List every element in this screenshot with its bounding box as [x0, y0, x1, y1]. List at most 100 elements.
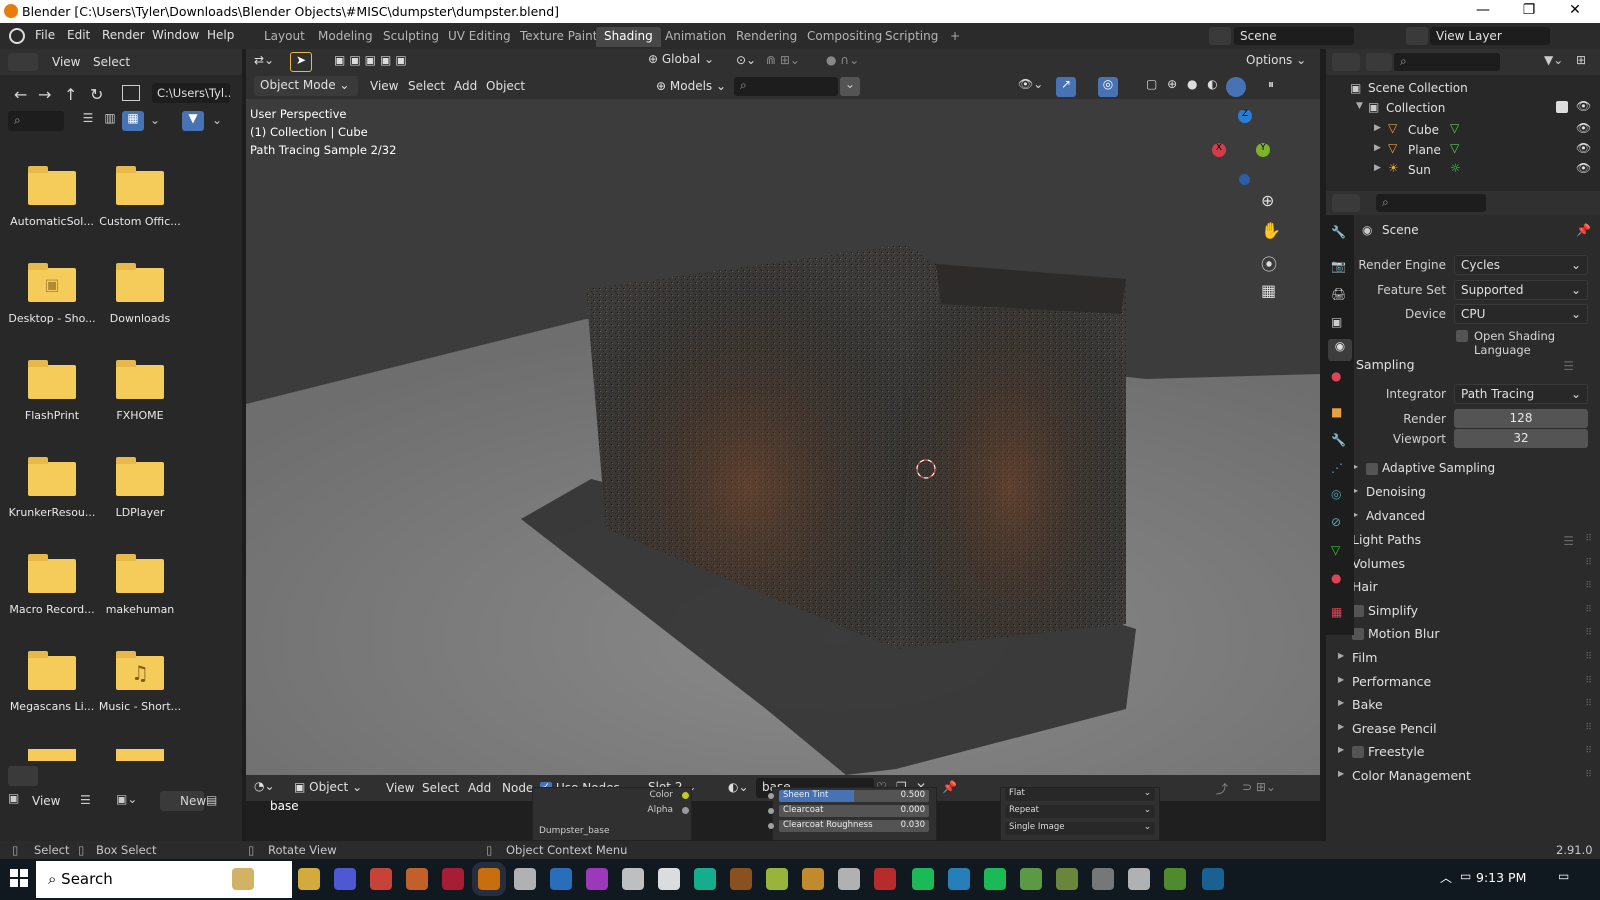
- app-icon[interactable]: [948, 868, 970, 890]
- device-select[interactable]: CPU ⌄: [1454, 304, 1588, 324]
- socket-alpha-dot[interactable]: [682, 807, 689, 814]
- node-menu-view[interactable]: View: [386, 781, 414, 795]
- outliner-editor-icon[interactable]: [1332, 53, 1360, 71]
- windows-start-icon[interactable]: [10, 869, 28, 887]
- app-icon[interactable]: [442, 868, 464, 890]
- render-tab-icon[interactable]: 📷: [1331, 259, 1346, 273]
- forward-icon[interactable]: →: [38, 85, 51, 104]
- minimize-button[interactable]: —: [1460, 2, 1506, 18]
- proportional-icon[interactable]: ● ∩⌄: [826, 53, 859, 67]
- camera-icon[interactable]: ⦿: [1261, 251, 1277, 275]
- options-dropdown[interactable]: Options ⌄: [1246, 53, 1306, 67]
- maximize-button[interactable]: ❐: [1506, 2, 1552, 18]
- app-icon[interactable]: [550, 868, 572, 890]
- world-tab-icon[interactable]: ●: [1331, 369, 1341, 383]
- scene-selector-icon[interactable]: [1209, 27, 1231, 45]
- image-texture-node[interactable]: Flat ⌄ Repeat ⌄ Single Image ⌄: [1000, 787, 1160, 841]
- drag-handle-icon[interactable]: ⠿: [1585, 605, 1592, 615]
- material-tab-icon[interactable]: ●: [1331, 571, 1341, 585]
- pivot-icon[interactable]: ⊙⌄: [736, 53, 756, 67]
- render-samples-field[interactable]: 128: [1454, 409, 1588, 428]
- list-icon[interactable]: ☰: [80, 793, 91, 807]
- expand-icon[interactable]: ▼: [1356, 101, 1363, 111]
- file-item[interactable]: Macro Record...: [8, 554, 96, 616]
- zoom-icon[interactable]: ⊕: [1261, 191, 1274, 210]
- view-icon[interactable]: ▣: [8, 791, 28, 811]
- property-section[interactable]: ▶ Grease Pencil ⠿: [1326, 718, 1600, 740]
- bottom-view-menu[interactable]: View: [32, 794, 60, 808]
- bsdf-field[interactable]: Clearcoat 0.000: [779, 805, 929, 817]
- vp-menu-view[interactable]: View: [370, 79, 398, 93]
- texture-tab-icon[interactable]: ▦: [1331, 605, 1342, 619]
- parent-icon[interactable]: ↑: [64, 85, 77, 104]
- new-collection-icon[interactable]: ⊞: [1576, 53, 1586, 67]
- subsection-item[interactable]: ▶ Advanced: [1326, 506, 1600, 528]
- image-browse-icon[interactable]: ▤: [206, 793, 217, 807]
- feature-set-select[interactable]: Supported ⌄: [1454, 280, 1588, 300]
- collection-eye-icon[interactable]: 👁: [1576, 99, 1591, 113]
- subsection-item[interactable]: ▶ Adaptive Sampling: [1326, 458, 1600, 480]
- file-explorer-icon[interactable]: [298, 868, 320, 890]
- section-sampling[interactable]: ▼ Sampling ☰: [1326, 354, 1600, 376]
- file-item[interactable]: Megascans Li...: [8, 651, 96, 713]
- viewport-search-input[interactable]: ⌕: [734, 77, 838, 96]
- pause-icon[interactable]: ⏸: [1268, 77, 1274, 92]
- property-section[interactable]: ▶ Freestyle ⠿: [1326, 741, 1600, 763]
- tab-texture-paint[interactable]: Texture Paint: [512, 27, 605, 47]
- drag-handle-icon[interactable]: ⠿: [1585, 534, 1592, 544]
- outliner-item[interactable]: ▶ ▽ Plane ▽ 👁: [1326, 141, 1600, 161]
- texture-dropdown[interactable]: Single Image ⌄: [1005, 822, 1155, 835]
- menu-window[interactable]: Window: [152, 28, 199, 42]
- presets-icon[interactable]: ☰: [1563, 359, 1574, 373]
- property-section[interactable]: ▶Motion Blur⠿: [1326, 623, 1600, 645]
- bsdf-field[interactable]: Sheen Tint 0.500: [779, 790, 929, 802]
- material-browse-icon[interactable]: ◐⌄: [728, 780, 749, 794]
- node-menu-select[interactable]: Select: [422, 781, 459, 795]
- tab-layout[interactable]: Layout: [256, 27, 313, 47]
- node-editor-type-icon[interactable]: ◔⌄: [254, 779, 275, 793]
- widgets-icon[interactable]: [232, 868, 254, 890]
- socket-dot[interactable]: [768, 793, 774, 799]
- property-section[interactable]: ▶ Color Management ⠿: [1326, 765, 1600, 787]
- view-layer-icon[interactable]: [1406, 27, 1428, 45]
- file-item[interactable]: AutomaticSol...: [8, 166, 96, 228]
- outliner-item[interactable]: ▶ ▽ Cube ▽ 👁: [1326, 121, 1600, 141]
- close-button[interactable]: ✕: [1552, 2, 1598, 18]
- gizmo-neg-z[interactable]: [1239, 174, 1250, 185]
- drag-handle-icon[interactable]: ⠿: [1585, 746, 1592, 756]
- drag-handle-icon[interactable]: ⠿: [1585, 628, 1592, 638]
- constraints-tab-icon[interactable]: ⊘: [1331, 515, 1341, 529]
- app-icon[interactable]: [586, 868, 608, 890]
- vp-menu-object[interactable]: Object: [486, 79, 525, 93]
- select-tool-icon[interactable]: ➤: [290, 52, 312, 72]
- menu-help[interactable]: Help: [207, 28, 234, 42]
- object-tab-icon[interactable]: ■: [1331, 405, 1342, 419]
- chrome-icon[interactable]: [370, 868, 392, 890]
- tab-uv-editing[interactable]: UV Editing: [440, 27, 519, 47]
- eye-icon[interactable]: 👁: [1576, 121, 1591, 135]
- collection-dropdown[interactable]: ⌄: [840, 77, 860, 96]
- editor-type-icon[interactable]: [8, 766, 38, 786]
- props-search-input[interactable]: ⌕: [1376, 194, 1486, 212]
- subsection-checkbox[interactable]: [1366, 463, 1378, 475]
- horizontal-list-icon[interactable]: ▥: [100, 111, 120, 131]
- particles-tab-icon[interactable]: ⋰: [1331, 461, 1343, 475]
- scene-tab-icon[interactable]: ◉: [1328, 339, 1352, 361]
- file-item[interactable]: ♫ Music - Short...: [96, 651, 184, 713]
- file-item[interactable]: Custom Offic...: [96, 166, 184, 228]
- modifier-tab-icon[interactable]: 🔧: [1331, 433, 1346, 447]
- add-workspace-icon[interactable]: +: [942, 27, 968, 47]
- file-item[interactable]: ▣ Desktop - Sho...: [8, 263, 96, 325]
- vp-menu-add[interactable]: Add: [454, 79, 477, 93]
- property-section[interactable]: ▶Simplify⠿: [1326, 600, 1600, 622]
- outliner-search-input[interactable]: ⌕: [1394, 53, 1500, 71]
- tab-rendering[interactable]: Rendering: [728, 27, 805, 47]
- drag-handle-icon[interactable]: ⠿: [1585, 723, 1592, 733]
- app-icon[interactable]: [838, 868, 860, 890]
- texture-dropdown[interactable]: Flat ⌄: [1005, 788, 1155, 801]
- gizmo-y-axis[interactable]: Y: [1256, 143, 1270, 157]
- node-menu-add[interactable]: Add: [468, 781, 491, 795]
- visibility-icon[interactable]: 👁⌄: [1018, 77, 1043, 91]
- tab-sculpting[interactable]: Sculpting: [375, 27, 447, 47]
- file-item[interactable]: FlashPrint: [8, 360, 96, 422]
